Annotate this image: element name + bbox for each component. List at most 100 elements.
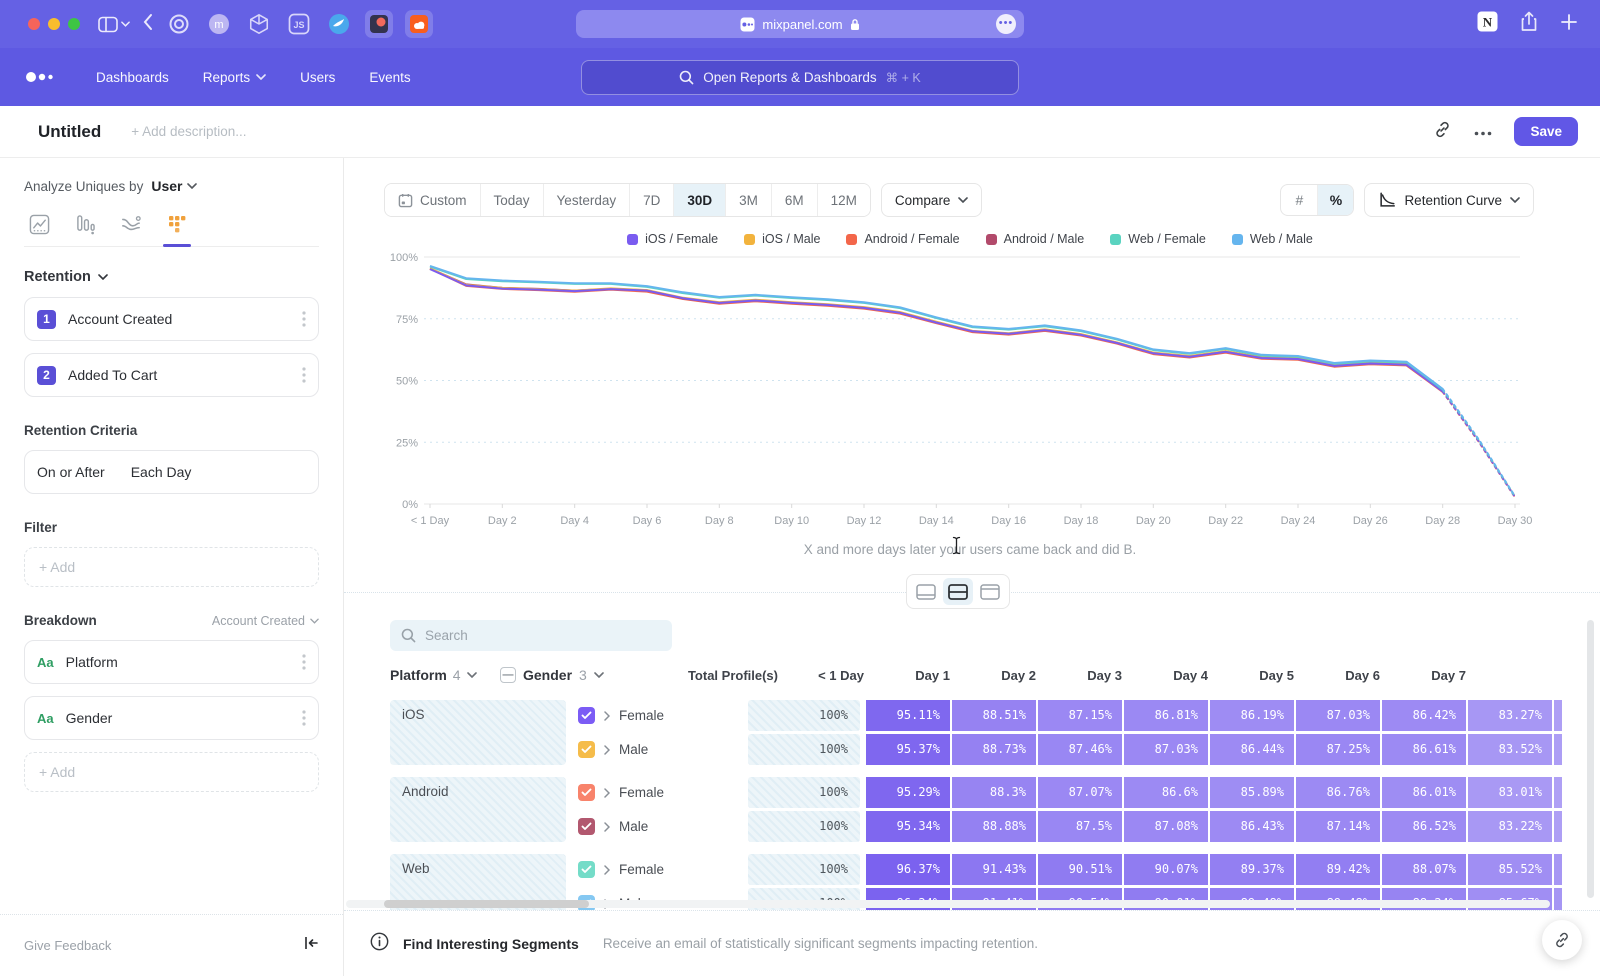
retention-cell[interactable]: 83.41% — [1554, 854, 1562, 885]
retention-cell[interactable]: 96.37% — [866, 854, 950, 885]
analyze-entity-select[interactable]: User — [151, 178, 197, 194]
expand-row-icon[interactable] — [604, 711, 610, 721]
series-checkbox[interactable] — [578, 707, 595, 724]
nav-item-users[interactable]: Users — [300, 70, 335, 85]
expand-row-icon[interactable] — [604, 788, 610, 798]
tab-m-avatar-icon[interactable]: m — [205, 10, 233, 38]
gender-cell[interactable]: Male — [576, 734, 746, 765]
retention-cell[interactable]: 86.61% — [1382, 734, 1466, 765]
column-header[interactable]: < 1 Day — [790, 668, 874, 683]
nav-item-dashboards[interactable]: Dashboards — [96, 70, 169, 85]
legend-item-0[interactable]: iOS / Female — [627, 232, 718, 246]
legend-item-4[interactable]: Web / Female — [1110, 232, 1206, 246]
retention-cell[interactable]: 87.14% — [1296, 811, 1380, 842]
retention-cell[interactable]: 95.29% — [866, 777, 950, 808]
column-header[interactable]: Day 4 — [1134, 668, 1218, 683]
kebab-menu-icon[interactable] — [302, 654, 306, 670]
segments-title[interactable]: Find Interesting Segments — [403, 936, 579, 952]
tab-flows[interactable] — [118, 212, 144, 236]
kebab-menu-icon[interactable] — [302, 710, 306, 726]
retention-cell[interactable]: 89.42% — [1296, 854, 1380, 885]
retention-section-header[interactable]: Retention — [24, 269, 319, 285]
url-more-icon[interactable]: ••• — [996, 14, 1016, 34]
tab-red-dot-icon[interactable] — [365, 10, 393, 38]
column-header[interactable]: Day 1 — [876, 668, 960, 683]
step-card-added-to-cart[interactable]: 2 Added To Cart — [24, 353, 319, 397]
add-breakdown-button[interactable]: + Add — [24, 752, 319, 792]
retention-cell[interactable]: 95.37% — [866, 734, 950, 765]
more-options-icon[interactable] — [1474, 123, 1492, 141]
table-search-input[interactable]: Search — [390, 620, 672, 651]
retention-cell[interactable]: 86.19% — [1210, 700, 1294, 731]
total-profiles-cell[interactable]: 100% — [748, 700, 860, 731]
tab-target-icon[interactable] — [165, 10, 193, 38]
breakdown-card-platform[interactable]: Aa Platform — [24, 640, 319, 684]
retention-cell[interactable]: 87.15% — [1038, 700, 1122, 731]
mixpanel-logo[interactable] — [24, 70, 58, 84]
retention-cell[interactable]: 87.07% — [1038, 777, 1122, 808]
retention-cell[interactable]: 83.22% — [1468, 811, 1552, 842]
retention-cell[interactable]: 88.07% — [1382, 854, 1466, 885]
retention-cell[interactable]: 81.70% — [1554, 734, 1562, 765]
total-profiles-cell[interactable]: 100% — [748, 854, 860, 885]
minimize-window-button[interactable] — [48, 18, 60, 30]
series-line-3[interactable] — [430, 269, 1443, 392]
close-window-button[interactable] — [28, 18, 40, 30]
retention-cell[interactable]: 83.27% — [1468, 700, 1552, 731]
tab-funnels[interactable] — [72, 212, 98, 236]
series-checkbox[interactable] — [578, 818, 595, 835]
gender-cell[interactable]: Female — [576, 700, 746, 731]
legend-item-1[interactable]: iOS / Male — [744, 232, 820, 246]
column-header[interactable]: Day 7 — [1392, 668, 1476, 683]
retention-cell[interactable]: 81.52% — [1554, 811, 1562, 842]
retention-cell[interactable]: 91.43% — [952, 854, 1036, 885]
unit-count-button[interactable]: # — [1281, 185, 1317, 215]
nav-item-reports[interactable]: Reports — [203, 70, 266, 85]
retention-cell[interactable]: 89.37% — [1210, 854, 1294, 885]
give-feedback-link[interactable]: Give Feedback — [24, 938, 303, 953]
series-line-0[interactable] — [430, 269, 1443, 391]
retention-cell[interactable]: 87.25% — [1296, 734, 1380, 765]
platform-column-header[interactable]: Platform4 — [390, 667, 490, 683]
tab-soundcloud-icon[interactable] — [405, 10, 433, 38]
series-checkbox[interactable] — [578, 784, 595, 801]
back-icon[interactable] — [142, 13, 153, 36]
range-today[interactable]: Today — [481, 184, 544, 216]
legend-item-3[interactable]: Android / Male — [986, 232, 1085, 246]
series-line-2[interactable] — [430, 269, 1443, 392]
kebab-menu-icon[interactable] — [302, 311, 306, 327]
breakdown-scope-select[interactable]: Account Created — [212, 614, 319, 628]
tab-cube-icon[interactable] — [245, 10, 273, 38]
retention-cell[interactable]: 95.11% — [866, 700, 950, 731]
range-30d[interactable]: 30D — [674, 184, 726, 216]
series-checkbox[interactable] — [578, 861, 595, 878]
series-checkbox[interactable] — [578, 741, 595, 758]
tab-retention[interactable] — [164, 212, 190, 236]
kebab-menu-icon[interactable] — [302, 367, 306, 383]
tab-insights[interactable] — [26, 212, 52, 236]
retention-cell[interactable]: 86.42% — [1382, 700, 1466, 731]
criteria-interval[interactable]: Each Day — [131, 464, 192, 480]
range-7d[interactable]: 7D — [630, 184, 674, 216]
total-profiles-cell[interactable]: 100% — [748, 777, 860, 808]
breakdown-card-gender[interactable]: Aa Gender — [24, 696, 319, 740]
retention-cell[interactable]: 86.6% — [1124, 777, 1208, 808]
retention-cell[interactable]: 86.81% — [1124, 700, 1208, 731]
horizontal-scrollbar-thumb[interactable] — [384, 900, 589, 908]
tab-blue-bird-icon[interactable] — [325, 10, 353, 38]
step-card-account-created[interactable]: 1 Account Created — [24, 297, 319, 341]
add-description[interactable]: + Add description... — [131, 124, 246, 139]
series-line-4[interactable] — [430, 267, 1443, 390]
retention-cell[interactable]: 87.03% — [1296, 700, 1380, 731]
share-icon[interactable] — [1520, 11, 1538, 37]
expand-row-icon[interactable] — [604, 822, 610, 832]
retention-criteria-card[interactable]: On or After Each Day — [24, 450, 319, 494]
retention-cell[interactable]: 87.08% — [1124, 811, 1208, 842]
retention-cell[interactable]: 88.73% — [952, 734, 1036, 765]
share-link-fab[interactable] — [1542, 920, 1582, 960]
platform-cell[interactable]: iOS — [390, 700, 566, 765]
tab-js-icon[interactable]: JS — [285, 10, 313, 38]
layout-split-button[interactable] — [943, 578, 973, 605]
criteria-type[interactable]: On or After — [37, 464, 105, 480]
retention-cell[interactable]: 88.3% — [952, 777, 1036, 808]
